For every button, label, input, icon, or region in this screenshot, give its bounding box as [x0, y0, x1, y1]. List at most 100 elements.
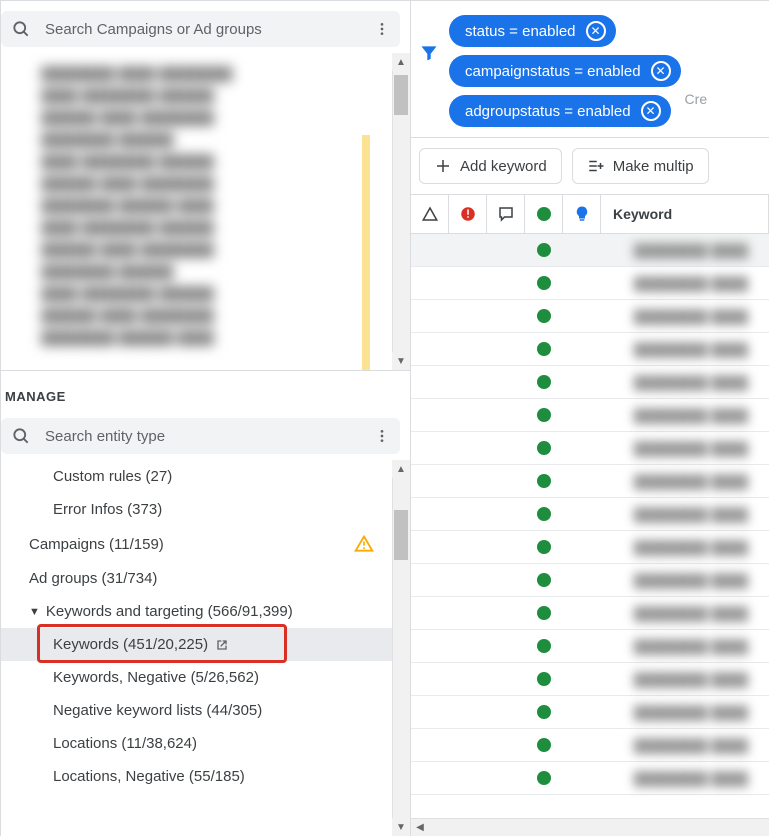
table-row[interactable]: ████████ ████: [411, 465, 769, 498]
status-cell: [411, 465, 449, 497]
table-row[interactable]: ████████ ████: [411, 630, 769, 663]
scroll-down-icon[interactable]: ▼: [392, 818, 410, 836]
alert-circle-icon: [459, 205, 477, 223]
scrollbar-thumb[interactable]: [394, 510, 408, 560]
make-multiple-changes-button[interactable]: Make multip: [572, 148, 709, 184]
table-row[interactable]: ████████ ████: [411, 663, 769, 696]
entity-item[interactable]: Locations (11/38,624): [1, 727, 410, 760]
table-row[interactable]: ████████ ████: [411, 333, 769, 366]
scroll-down-icon[interactable]: ▼: [392, 352, 410, 370]
table-row[interactable]: ████████ ████: [411, 729, 769, 762]
keyword-cell[interactable]: ████████ ████: [601, 465, 769, 497]
keyword-cell[interactable]: ████████ ████: [601, 399, 769, 431]
entity-item[interactable]: Keywords, Negative (5/26,562): [1, 661, 410, 694]
search-campaigns-input[interactable]: [43, 20, 366, 39]
errors-column-header[interactable]: [411, 195, 449, 233]
table-row[interactable]: ████████ ████: [411, 696, 769, 729]
expand-triangle-icon[interactable]: ▼: [29, 606, 40, 618]
keyword-text-blurred: ████████ ████: [634, 243, 748, 258]
keyword-cell[interactable]: ████████ ████: [601, 300, 769, 332]
status-cell: [563, 432, 601, 464]
status-cell: [487, 630, 525, 662]
filter-chip[interactable]: campaignstatus = enabled✕: [449, 55, 681, 87]
entity-item[interactable]: Locations, Negative (55/185): [1, 760, 410, 793]
keyword-cell[interactable]: ████████ ████: [601, 597, 769, 629]
left-panel: ████████ ████ ████████ ████ ████████ ███…: [1, 1, 411, 836]
more-vert-icon[interactable]: [374, 21, 390, 37]
search-entity-bar[interactable]: [1, 418, 400, 454]
scrollbar-vertical[interactable]: ▲ ▼: [392, 460, 410, 836]
keyword-cell[interactable]: ████████ ████: [601, 333, 769, 365]
status-cell: [449, 300, 487, 332]
table-row[interactable]: ████████ ████: [411, 267, 769, 300]
entity-item-label: Campaigns (11/159): [29, 536, 164, 553]
filter-chip[interactable]: status = enabled✕: [449, 15, 616, 47]
entity-item[interactable]: Ad groups (31/734): [1, 562, 410, 595]
search-icon: [11, 19, 31, 39]
scrollbar-horizontal[interactable]: ◀: [411, 818, 769, 836]
scroll-up-icon[interactable]: ▲: [392, 460, 410, 478]
status-cell: [449, 597, 487, 629]
table-row[interactable]: ████████ ████: [411, 399, 769, 432]
scrollbar-thumb[interactable]: [394, 75, 408, 115]
keyword-column-header[interactable]: Keyword: [601, 195, 769, 233]
table-row[interactable]: ████████ ████: [411, 234, 769, 267]
status-cell: [563, 267, 601, 299]
scroll-up-icon[interactable]: ▲: [392, 53, 410, 71]
keyword-cell[interactable]: ████████ ████: [601, 696, 769, 728]
status-cell: [563, 399, 601, 431]
keyword-cell[interactable]: ████████ ████: [601, 498, 769, 530]
keyword-text-blurred: ████████ ████: [634, 705, 748, 720]
filter-chip[interactable]: adgroupstatus = enabled✕: [449, 95, 671, 127]
keyword-cell[interactable]: ████████ ████: [601, 531, 769, 563]
table-row[interactable]: ████████ ████: [411, 366, 769, 399]
keyword-cell[interactable]: ████████ ████: [601, 234, 769, 266]
table-row[interactable]: ████████ ████: [411, 498, 769, 531]
status-cell: [449, 432, 487, 464]
status-cell: [411, 729, 449, 761]
create-filter-hint[interactable]: Cre: [685, 91, 708, 107]
more-vert-icon[interactable]: [374, 428, 390, 444]
chip-remove-icon[interactable]: ✕: [651, 61, 671, 81]
table-row[interactable]: ████████ ████: [411, 531, 769, 564]
comments-column-header[interactable]: [487, 195, 525, 233]
entity-item[interactable]: Error Infos (373): [1, 493, 410, 526]
chip-remove-icon[interactable]: ✕: [586, 21, 606, 41]
search-campaigns-bar[interactable]: [1, 11, 400, 47]
chip-remove-icon[interactable]: ✕: [641, 101, 661, 121]
status-cell: [411, 762, 449, 794]
keyword-cell[interactable]: ████████ ████: [601, 729, 769, 761]
entity-item[interactable]: Negative keyword lists (44/305): [1, 694, 410, 727]
table-row[interactable]: ████████ ████: [411, 432, 769, 465]
keyword-cell[interactable]: ████████ ████: [601, 630, 769, 662]
scrollbar-vertical[interactable]: ▲ ▼: [392, 53, 410, 370]
alerts-column-header[interactable]: [449, 195, 487, 233]
filter-chips: status = enabled✕ campaignstatus = enable…: [449, 15, 681, 127]
status-cell: [487, 267, 525, 299]
recommendations-column-header[interactable]: [563, 195, 601, 233]
keyword-cell[interactable]: ████████ ████: [601, 762, 769, 794]
entity-item[interactable]: Campaigns (11/159): [1, 526, 410, 562]
entity-item[interactable]: Custom rules (27): [1, 460, 410, 493]
warning-triangle-icon: [354, 534, 374, 554]
status-cell: [525, 267, 563, 299]
entity-item[interactable]: Keywords (451/20,225): [1, 628, 410, 661]
status-cell: [525, 696, 563, 728]
keyword-cell[interactable]: ████████ ████: [601, 366, 769, 398]
entity-item[interactable]: ▼Keywords and targeting (566/91,399): [1, 595, 410, 628]
table-row[interactable]: ████████ ████: [411, 762, 769, 795]
keyword-cell[interactable]: ████████ ████: [601, 267, 769, 299]
add-keyword-button[interactable]: Add keyword: [419, 148, 562, 184]
status-column-header[interactable]: [525, 195, 563, 233]
table-row[interactable]: ████████ ████: [411, 300, 769, 333]
keyword-cell[interactable]: ████████ ████: [601, 432, 769, 464]
table-row[interactable]: ████████ ████: [411, 597, 769, 630]
filter-icon[interactable]: [419, 43, 439, 63]
keyword-cell[interactable]: ████████ ████: [601, 663, 769, 695]
table-row[interactable]: ████████ ████: [411, 564, 769, 597]
keyword-cell[interactable]: ████████ ████: [601, 564, 769, 596]
popout-icon[interactable]: [214, 637, 230, 653]
scroll-left-icon[interactable]: ◀: [411, 819, 429, 836]
manage-section-header: MANAGE: [1, 371, 410, 414]
search-entity-input[interactable]: [43, 427, 366, 446]
